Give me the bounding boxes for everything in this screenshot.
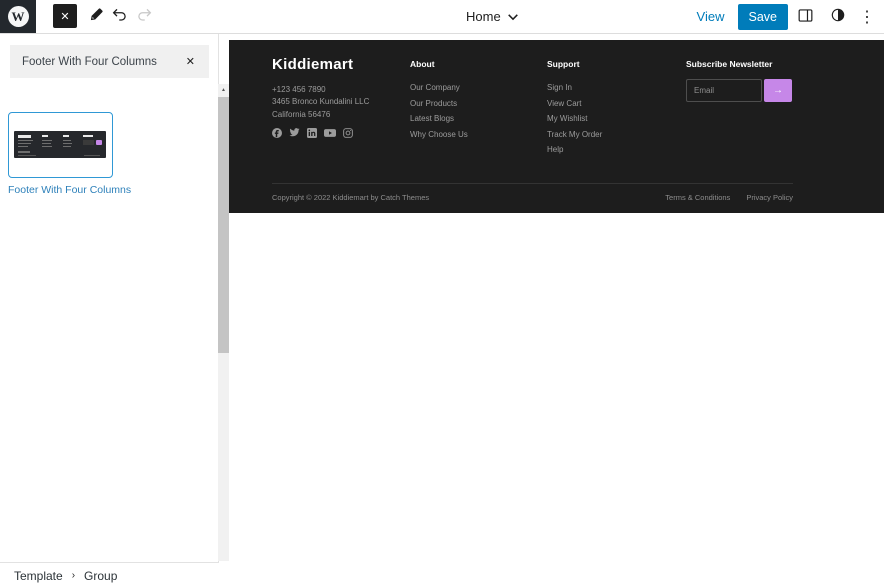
column-title: Support (547, 59, 602, 69)
thumbnail-detail (83, 135, 93, 137)
twitter-icon[interactable] (289, 128, 300, 138)
scrollbar-thumb[interactable] (218, 97, 229, 353)
facebook-icon[interactable] (272, 128, 282, 138)
undo-icon (111, 6, 129, 27)
redo-icon (135, 6, 153, 27)
footer-link[interactable]: My Wishlist (547, 114, 602, 123)
linkedin-icon[interactable] (307, 128, 317, 138)
contact-address: 3465 Bronco Kundalini LLC (272, 96, 369, 108)
footer-bottom-bar: Copyright © 2022 Kiddiemart by Catch The… (272, 190, 793, 204)
scroll-up-button[interactable]: ▲ (218, 84, 229, 96)
close-icon: ✕ (186, 56, 195, 68)
instagram-icon[interactable] (343, 128, 353, 138)
redo-button[interactable] (132, 4, 156, 28)
thumbnail-detail (18, 135, 31, 138)
thumbnail-detail (96, 140, 102, 145)
thumbnail-detail (18, 146, 28, 147)
topbar-right-group: View Save ⋮ (687, 0, 879, 33)
newsletter-form: → (686, 79, 792, 102)
newsletter-submit-button[interactable]: → (764, 79, 792, 102)
pencil-icon (88, 6, 105, 26)
view-button[interactable]: View (687, 9, 735, 24)
document-title-button[interactable]: Home (460, 0, 525, 33)
breadcrumb-template[interactable]: Template (14, 569, 63, 583)
document-title-label: Home (466, 9, 501, 24)
footer-column-support: Support Sign In View Cart My Wishlist Tr… (547, 59, 602, 161)
newsletter-title: Subscribe Newsletter (686, 59, 772, 69)
ellipsis-icon: ⋮ (859, 7, 875, 27)
column-title: About (410, 59, 468, 69)
copyright-text: Copyright © 2022 Kiddiemart by Catch The… (272, 193, 429, 202)
styles-toggle[interactable] (823, 5, 852, 29)
editor-canvas: Kiddiemart +123 456 7890 3465 Bronco Kun… (220, 34, 884, 588)
wordpress-icon: W (8, 6, 29, 27)
sidebar-scrollbar: ▲ (218, 84, 229, 561)
chevron-down-icon (507, 9, 519, 24)
thumbnail-detail (18, 143, 31, 144)
inserter-close-button[interactable]: ✕ (53, 4, 77, 28)
save-button[interactable]: Save (738, 4, 789, 30)
undo-button[interactable] (108, 4, 132, 28)
footer-link[interactable]: Sign In (547, 83, 602, 92)
pattern-thumbnail (14, 131, 106, 158)
footer-link[interactable]: Latest Blogs (410, 114, 468, 123)
edit-tool-button[interactable] (84, 4, 108, 28)
thumbnail-detail (42, 135, 48, 137)
thumbnail-detail (18, 155, 36, 156)
options-menu-button[interactable]: ⋮ (855, 5, 879, 29)
newsletter-email-input[interactable] (686, 79, 762, 102)
social-icons-row (272, 128, 353, 138)
thumbnail-detail (42, 140, 52, 141)
thumbnail-detail (63, 143, 72, 144)
thumbnail-detail (83, 140, 94, 145)
thumbnail-detail (63, 140, 71, 141)
sidebar-close-button[interactable]: ✕ (182, 53, 199, 70)
close-icon: ✕ (60, 10, 69, 23)
footer-link[interactable]: Help (547, 145, 602, 154)
footer-link[interactable]: Track My Order (547, 130, 602, 139)
contact-info: +123 456 7890 3465 Bronco Kundalini LLC … (272, 84, 369, 121)
pattern-preview-card[interactable] (8, 112, 113, 178)
sidebar-header: Footer With Four Columns ✕ (10, 45, 209, 78)
pattern-label[interactable]: Footer With Four Columns (8, 184, 131, 196)
terms-link[interactable]: Terms & Conditions (665, 193, 730, 202)
editor-topbar: W ✕ Home View Save (0, 0, 884, 34)
thumbnail-detail (63, 135, 69, 137)
footer-template-preview[interactable]: Kiddiemart +123 456 7890 3465 Bronco Kun… (229, 40, 884, 213)
youtube-icon[interactable] (324, 128, 336, 138)
footer-link[interactable]: Our Products (410, 99, 468, 108)
pattern-sidebar: Footer With Four Columns ✕ (0, 34, 219, 588)
chevron-right-icon: › (72, 570, 75, 581)
legal-links: Terms & Conditions Privacy Policy (665, 193, 793, 202)
thumbnail-detail (42, 143, 51, 144)
sidebar-title: Footer With Four Columns (22, 56, 157, 68)
block-editor-app: W ✕ Home View Save (0, 0, 884, 588)
footer-link[interactable]: Why Choose Us (410, 130, 468, 139)
footer-link[interactable]: Our Company (410, 83, 468, 92)
contact-city: California 56476 (272, 109, 369, 121)
footer-link[interactable]: View Cart (547, 99, 602, 108)
site-brand: Kiddiemart (272, 56, 353, 73)
thumbnail-detail (42, 146, 52, 147)
thumbnail-detail (18, 151, 30, 153)
thumbnail-detail (84, 155, 100, 156)
footer-column-about: About Our Company Our Products Latest Bl… (410, 59, 468, 145)
thumbnail-detail (18, 140, 33, 141)
footer-divider (272, 183, 793, 184)
contrast-circle-icon (829, 6, 847, 27)
arrow-right-icon: → (773, 85, 783, 96)
block-breadcrumb-bar: Template › Group (0, 562, 219, 588)
thumbnail-detail (63, 146, 71, 147)
contact-phone: +123 456 7890 (272, 84, 369, 96)
settings-sidebar-toggle[interactable] (791, 5, 820, 29)
privacy-link[interactable]: Privacy Policy (746, 193, 793, 202)
sidebar-panel-icon (796, 6, 815, 28)
breadcrumb-group[interactable]: Group (84, 569, 117, 583)
wordpress-logo-button[interactable]: W (0, 0, 36, 33)
